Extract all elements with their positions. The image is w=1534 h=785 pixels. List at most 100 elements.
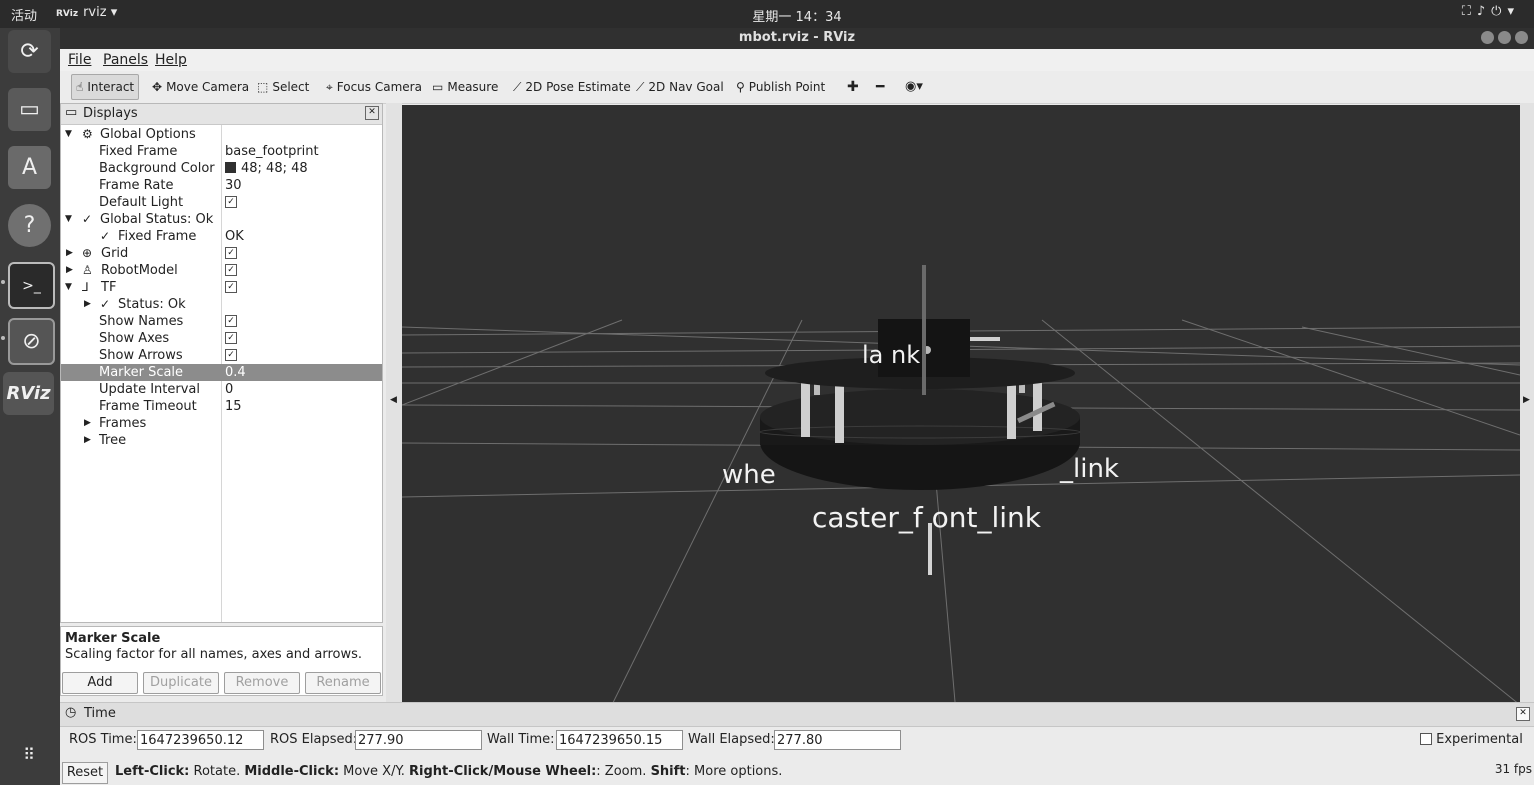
tree-row-tf-status[interactable]: ▶ ✓ Status: Ok <box>61 296 382 313</box>
maximize-icon[interactable] <box>1498 31 1511 44</box>
volume-icon[interactable]: ♪ <box>1477 4 1491 19</box>
collapse-arrow-icon[interactable]: ▶ <box>84 432 91 449</box>
collapse-arrow-icon[interactable]: ▶ <box>84 415 91 432</box>
ros-time-field[interactable]: 1647239650.12 <box>137 730 264 750</box>
experimental-checkbox-group[interactable]: Experimental <box>1420 730 1523 750</box>
window-titlebar: mbot.rviz - RViz <box>60 28 1534 49</box>
checkbox[interactable]: ✓ <box>225 263 237 276</box>
checkbox[interactable]: ✓ <box>225 314 237 327</box>
expand-arrow-icon[interactable]: ▼ <box>65 126 72 143</box>
tree-row-grid[interactable]: ▶ ⊕ Grid ✓ <box>61 245 382 262</box>
collapse-arrow-icon[interactable]: ▶ <box>66 262 73 279</box>
power-icon[interactable]: ⏻ <box>1491 4 1507 19</box>
focus-camera-tool-button[interactable]: ⌖ Focus Camera <box>326 75 422 99</box>
clock-icon: ◷ <box>65 705 77 720</box>
menu-panels[interactable]: Panels <box>103 52 148 68</box>
checkbox[interactable]: ✓ <box>225 348 237 361</box>
duplicate-button[interactable]: Duplicate <box>143 672 219 694</box>
add-button[interactable]: Add <box>62 672 138 694</box>
rename-button[interactable]: Rename <box>305 672 381 694</box>
network-icon[interactable]: ⛶ <box>1462 4 1477 19</box>
checkbox[interactable]: ✓ <box>225 246 237 259</box>
checkbox[interactable]: ✓ <box>225 331 237 344</box>
minimize-icon[interactable] <box>1481 31 1494 44</box>
publish-point-tool-button[interactable]: ⚲ Publish Point <box>736 75 825 99</box>
row-value[interactable]: 30 <box>225 177 242 194</box>
updater-icon[interactable]: ⟳ <box>8 30 51 73</box>
left-dock-collapse-handle[interactable]: ◀ <box>386 103 402 725</box>
row-value: ✓ <box>225 279 237 296</box>
files-icon[interactable]: ▭ <box>8 88 51 131</box>
tree-row-fixed-frame[interactable]: Fixed Frame base_footprint <box>61 143 382 160</box>
window-title: mbot.rviz - RViz <box>738 30 856 45</box>
collapse-arrow-icon[interactable]: ▶ <box>66 245 73 262</box>
select-tool-button[interactable]: ⬚ Select <box>257 75 309 99</box>
row-value: ✓ <box>225 313 237 330</box>
hint-key: Middle-Click: <box>244 764 340 779</box>
row-value: ✓ <box>225 245 237 262</box>
tree-row-update-interval[interactable]: Update Interval 0 <box>61 381 382 398</box>
close-icon[interactable]: ✕ <box>365 106 379 120</box>
row-value[interactable]: 0.4 <box>225 364 246 381</box>
row-value[interactable]: 48; 48; 48 <box>225 160 308 177</box>
system-tray[interactable]: ⛶♪⏻▾ <box>1462 4 1520 19</box>
pose-estimate-tool-button[interactable]: ⟋ 2D Pose Estimate <box>513 75 631 99</box>
tree-row-show-names[interactable]: Show Names ✓ <box>61 313 382 330</box>
checkbox[interactable]: ✓ <box>225 280 237 293</box>
checkmark-icon: ✓ <box>82 212 93 226</box>
tree-row-default-light[interactable]: Default Light ✓ <box>61 194 382 211</box>
close-icon[interactable]: ✕ <box>1516 707 1530 721</box>
nav-goal-tool-button[interactable]: ⟋ 2D Nav Goal <box>636 75 724 99</box>
eye-icon[interactable]: ◉▾ <box>905 75 923 99</box>
row-value[interactable]: base_footprint <box>225 143 319 160</box>
measure-tool-button[interactable]: ▭ Measure <box>432 75 498 99</box>
clock[interactable]: 星期一 14：34 <box>0 6 1534 25</box>
remove-button[interactable]: Remove <box>224 672 300 694</box>
checkbox[interactable]: ✓ <box>225 195 237 208</box>
expand-arrow-icon[interactable]: ▼ <box>65 211 72 228</box>
right-dock-collapse-handle[interactable]: ▶ <box>1520 103 1534 725</box>
tree-row-tree[interactable]: ▶ Tree <box>61 432 382 449</box>
tree-row-global-options[interactable]: ▼ ⚙ Global Options <box>61 126 382 143</box>
tree-row-background-color[interactable]: Background Color 48; 48; 48 <box>61 160 382 177</box>
software-icon[interactable]: A <box>8 146 51 189</box>
tree-row-show-arrows[interactable]: Show Arrows ✓ <box>61 347 382 364</box>
wall-elapsed-field[interactable]: 277.80 <box>774 730 901 750</box>
rviz-icon[interactable]: RViz <box>3 372 54 415</box>
move-camera-tool-button[interactable]: ✥ Move Camera <box>152 75 249 99</box>
system-top-bar: 活动 RViz rviz ▾ 星期一 14：34 ⛶♪⏻▾ <box>0 0 1534 28</box>
hand-icon: ☝ <box>76 80 84 94</box>
tree-row-frames[interactable]: ▶ Frames <box>61 415 382 432</box>
tree-row-frame-timeout[interactable]: Frame Timeout 15 <box>61 398 382 415</box>
reset-button[interactable]: Reset <box>62 762 108 784</box>
ruler-icon: ▭ <box>432 80 444 94</box>
terminal-icon[interactable]: >_ <box>8 262 55 309</box>
row-value: ✓ <box>225 194 237 211</box>
expand-arrow-icon[interactable]: ▼ <box>65 279 72 296</box>
menu-help[interactable]: Help <box>155 52 187 68</box>
show-apps-icon[interactable]: ⠿ <box>8 733 51 776</box>
row-value[interactable]: 0 <box>225 381 233 398</box>
row-value[interactable]: 15 <box>225 398 242 415</box>
move-icon: ✥ <box>152 80 163 94</box>
wall-time-field[interactable]: 1647239650.15 <box>556 730 683 750</box>
ros-elapsed-field[interactable]: 277.90 <box>355 730 482 750</box>
interact-tool-button[interactable]: ☝ Interact <box>71 74 140 100</box>
menu-file[interactable]: File <box>68 52 91 68</box>
render-viewport[interactable]: la nk whe _link caster_f ont_link <box>402 105 1520 725</box>
tree-row-fixed-frame-status[interactable]: ✓ Fixed Frame OK <box>61 228 382 245</box>
disk-icon[interactable]: ⊘ <box>8 318 55 365</box>
tree-row-show-axes[interactable]: Show Axes ✓ <box>61 330 382 347</box>
experimental-checkbox[interactable] <box>1420 732 1432 745</box>
add-tool-icon[interactable]: ✚ <box>847 75 859 99</box>
tree-row-tf[interactable]: ▼ ⅃ TF ✓ <box>61 279 382 296</box>
close-icon[interactable] <box>1515 31 1528 44</box>
help-icon[interactable]: ? <box>8 204 51 247</box>
tree-row-global-status[interactable]: ▼ ✓ Global Status: Ok <box>61 211 382 228</box>
chevron-down-icon[interactable]: ▾ <box>1507 4 1520 19</box>
tree-row-marker-scale[interactable]: Marker Scale 0.4 <box>61 364 382 381</box>
collapse-arrow-icon[interactable]: ▶ <box>84 296 91 313</box>
tree-row-robotmodel[interactable]: ▶ ♙ RobotModel ✓ <box>61 262 382 279</box>
remove-tool-icon[interactable]: ━ <box>876 75 884 99</box>
tree-row-frame-rate[interactable]: Frame Rate 30 <box>61 177 382 194</box>
